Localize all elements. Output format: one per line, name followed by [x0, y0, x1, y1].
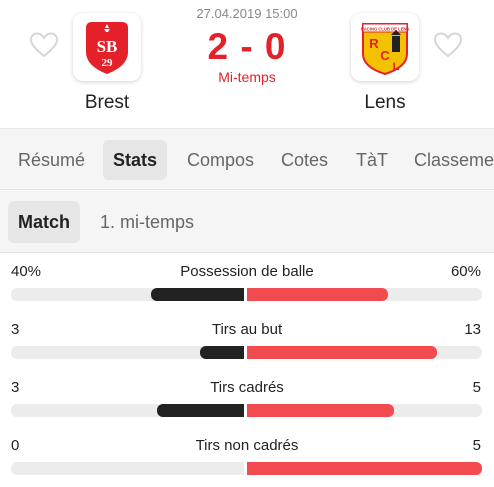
- stat-label: Possession de balle: [180, 263, 314, 280]
- stat-home-bar: [150, 288, 244, 301]
- stat-label: Tirs au but: [211, 321, 283, 338]
- stat-away-track: [247, 346, 482, 359]
- match-tabs: Résumé Stats Compos Cotes TàT Classeme: [0, 128, 494, 190]
- lens-crest-icon: RACING CLUB DE LENS R C L: [361, 23, 410, 76]
- match-score: 2 - 0: [207, 26, 287, 67]
- stat-row-shots-on-target: 3 Tirs cadrés 5: [0, 370, 494, 428]
- stat-label: Tirs cadrés: [210, 379, 284, 396]
- subtab-first-half[interactable]: 1. mi-temps: [90, 201, 204, 243]
- subtab-match[interactable]: Match: [8, 201, 81, 243]
- svg-text:RACING CLUB DE LENS: RACING CLUB DE LENS: [361, 27, 410, 32]
- stat-label: Tirs non cadrés: [195, 437, 299, 454]
- tab-cotes[interactable]: Cotes: [271, 140, 338, 180]
- stat-away-track: [247, 288, 482, 301]
- stats-list: 40% Possession de balle 60% 3 Tirs au bu…: [0, 254, 494, 487]
- tab-stats[interactable]: Stats: [103, 140, 168, 180]
- stat-away-value: 5: [472, 437, 481, 454]
- stat-home-bar: [199, 346, 244, 359]
- stat-row-shots-off-target: 0 Tirs non cadrés 5: [0, 428, 494, 486]
- favorite-away-heart-icon[interactable]: [434, 32, 462, 58]
- svg-text:L: L: [393, 61, 400, 73]
- stat-home-track: [11, 404, 244, 417]
- stat-away-bar: [247, 288, 388, 301]
- stat-away-value: 13: [464, 321, 481, 338]
- away-team-name[interactable]: Lens: [330, 92, 440, 114]
- svg-text:R: R: [369, 36, 379, 51]
- stat-away-bar: [247, 404, 394, 417]
- match-status: Mi-temps: [218, 69, 276, 85]
- tab-classement[interactable]: Classeme: [404, 140, 494, 180]
- stat-row-possession: 40% Possession de balle 60%: [0, 254, 494, 312]
- tab-tat[interactable]: TàT: [346, 140, 398, 180]
- tab-compos[interactable]: Compos: [177, 140, 264, 180]
- stat-away-value: 5: [472, 379, 481, 396]
- stat-away-value: 60%: [450, 263, 481, 280]
- stat-home-bar: [156, 404, 244, 417]
- stat-home-track: [11, 288, 244, 301]
- stat-away-track: [247, 462, 482, 475]
- stat-away-track: [247, 404, 482, 417]
- away-team-logo[interactable]: RACING CLUB DE LENS R C L: [351, 13, 419, 81]
- stat-row-shots: 3 Tirs au but 13: [0, 312, 494, 370]
- stat-away-bar: [247, 462, 482, 475]
- stat-away-bar: [247, 346, 438, 359]
- period-tabs: Match 1. mi-temps: [0, 191, 494, 253]
- stat-home-track: [11, 346, 244, 359]
- svg-text:C: C: [380, 48, 390, 63]
- stat-home-track: [11, 462, 244, 475]
- tab-resume[interactable]: Résumé: [8, 140, 95, 180]
- home-team-name[interactable]: Brest: [52, 92, 162, 114]
- match-header: 27.04.2019 15:00 SB 29 2 - 0 Mi-temps RA…: [0, 0, 494, 128]
